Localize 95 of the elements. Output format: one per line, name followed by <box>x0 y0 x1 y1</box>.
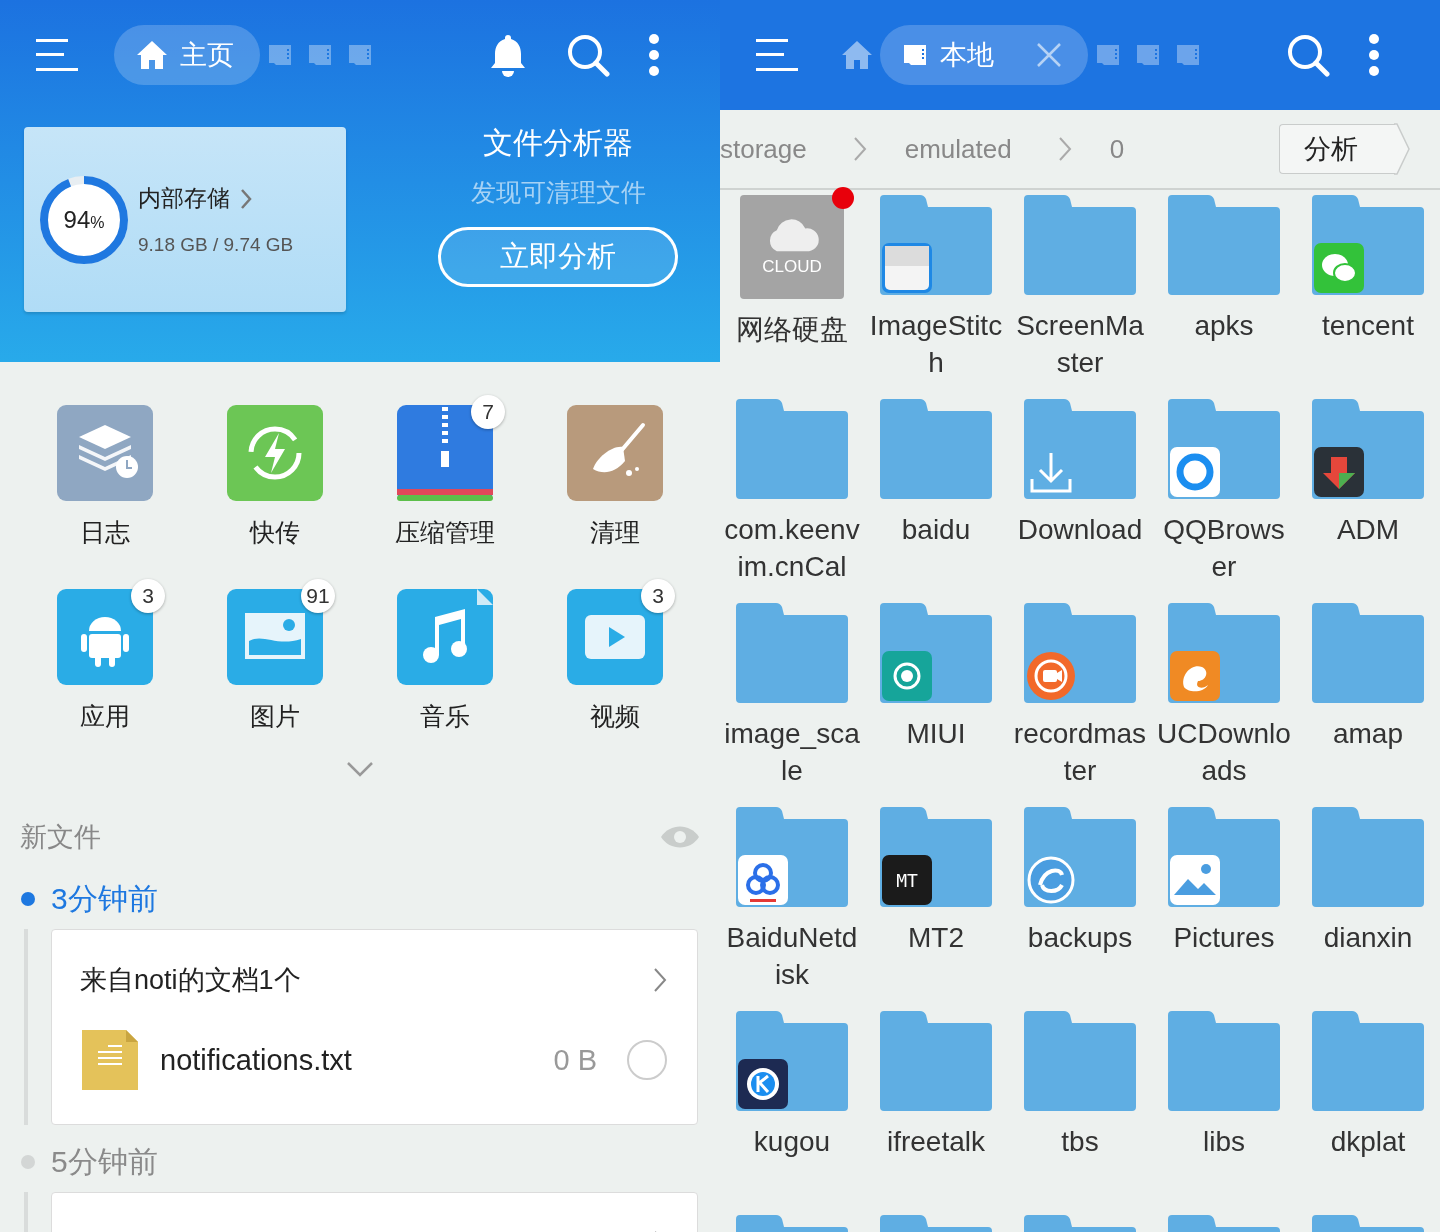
folder-name[interactable]: apks <box>1156 307 1292 344</box>
image-icon <box>1170 855 1220 905</box>
camera-icon <box>1026 651 1076 701</box>
folder-name[interactable]: amap <box>1300 715 1436 752</box>
lightning-sync-icon <box>227 405 323 501</box>
tool-label[interactable]: 应用 <box>80 699 130 733</box>
count-badge: 7 <box>471 395 505 429</box>
storage-title: 内部存储 <box>138 184 230 213</box>
stacked-layers-icon <box>57 405 153 501</box>
ring-icon <box>1170 447 1220 497</box>
folder-name[interactable]: MT2 <box>868 919 1004 956</box>
folder-name[interactable]: libs <box>1156 1123 1292 1160</box>
folder-name[interactable]: dkplat <box>1300 1123 1436 1160</box>
count-badge: 3 <box>641 579 675 613</box>
analyzer-subtitle: 发现可清理文件 <box>470 177 646 208</box>
tool-label[interactable]: 日志 <box>80 515 130 549</box>
zipper-icon <box>397 405 493 501</box>
folder-name[interactable]: Pictures <box>1156 919 1292 956</box>
tool-label[interactable]: 清理 <box>590 515 640 549</box>
time-label: 5分钟前 <box>51 1143 158 1180</box>
sd-card-icon <box>307 44 333 66</box>
storage-usage: 9.18 GB / 9.74 GB <box>138 234 294 256</box>
app-icon <box>738 1059 788 1109</box>
sd-card-icon <box>1175 44 1201 66</box>
tool-label[interactable]: 视频 <box>590 699 640 733</box>
folder-name[interactable]: dianxin <box>1300 919 1436 956</box>
sd-card-icon <box>267 44 293 66</box>
storage-card[interactable]: 94% 内部存储 9.18 GB / 9.74 GB <box>24 127 346 312</box>
image-frame-icon <box>882 243 932 293</box>
folder-name[interactable]: MIUI <box>868 715 1004 752</box>
tool-label[interactable]: 图片 <box>250 699 300 733</box>
analyzer-title: 文件分析器 <box>483 125 633 161</box>
count-badge: 3 <box>131 579 165 613</box>
chevron-right-icon <box>240 187 252 210</box>
icon-label: CLOUD <box>762 257 822 277</box>
close-icon[interactable] <box>1036 42 1062 68</box>
count-badge: 91 <box>301 579 335 613</box>
tool-label[interactable]: 音乐 <box>420 699 470 733</box>
folder-name[interactable]: ScreenMaster <box>1012 307 1148 381</box>
folder-name[interactable]: ADM <box>1300 511 1436 548</box>
house-icon <box>136 40 168 70</box>
select-radio[interactable] <box>627 1040 667 1080</box>
arrow-tip-icon <box>1394 123 1410 175</box>
folder-name[interactable]: Download <box>1012 511 1148 548</box>
folder-name[interactable]: com.keenvim.cnCal <box>724 511 860 585</box>
cloud-icon <box>738 855 788 905</box>
folder-name[interactable]: kugou <box>724 1123 860 1160</box>
folder-name[interactable]: image_scale <box>724 715 860 789</box>
folder-name[interactable]: ImageStitch <box>868 307 1004 381</box>
file-size: 0 B <box>553 1043 597 1077</box>
file-card[interactable]: 来自noti的文档1个 notifications.txt 0 B <box>51 929 698 1125</box>
bell-icon[interactable] <box>488 33 528 77</box>
chevron-down-icon[interactable] <box>346 761 374 777</box>
house-icon <box>841 40 873 70</box>
folder-name[interactable]: recordmaster <box>1012 715 1148 789</box>
swirl-icon <box>1026 855 1076 905</box>
folder-name[interactable]: QQBrowser <box>1156 511 1292 585</box>
search-icon[interactable] <box>1286 33 1330 77</box>
menu-icon[interactable] <box>36 38 78 72</box>
chevron-right-icon <box>1057 136 1072 162</box>
folder-name[interactable]: 网络硬盘 <box>724 311 860 348</box>
tool-label[interactable]: 压缩管理 <box>395 515 495 549</box>
music-note-icon <box>397 589 493 685</box>
eye-icon[interactable] <box>660 825 700 849</box>
squirrel-icon <box>1170 651 1220 701</box>
folder-name[interactable]: tencent <box>1300 307 1436 344</box>
folder-name[interactable]: ifreetalk <box>868 1123 1004 1160</box>
usage-percent: 94% <box>63 205 105 234</box>
time-label: 3分钟前 <box>51 880 158 917</box>
chat-bubbles-icon <box>1314 243 1364 293</box>
card-title: 来自noti的文档1个 <box>80 964 301 997</box>
text-file-icon <box>82 1030 138 1090</box>
sd-card-icon <box>902 44 928 66</box>
ring-icon <box>882 651 932 701</box>
folder-name[interactable]: BaiduNetdisk <box>724 919 860 993</box>
android-robot-icon <box>57 589 153 685</box>
section-title: 新文件 <box>20 821 101 854</box>
folder-name[interactable]: tbs <box>1012 1123 1148 1160</box>
more-icon[interactable] <box>648 33 660 77</box>
sd-card-icon <box>347 44 373 66</box>
menu-icon[interactable] <box>756 38 798 72</box>
folder-name[interactable]: backups <box>1012 919 1148 956</box>
file-name: notifications.txt <box>160 1043 353 1077</box>
folder-name[interactable]: baidu <box>868 511 1004 548</box>
search-icon[interactable] <box>566 33 610 77</box>
tool-label[interactable]: 快传 <box>250 515 300 549</box>
sd-card-icon <box>1135 44 1161 66</box>
video-icon <box>567 589 663 685</box>
more-icon[interactable] <box>1368 33 1380 77</box>
sd-card-icon <box>1095 44 1121 66</box>
broom-icon <box>567 405 663 501</box>
app-icon: MT <box>882 855 932 905</box>
chevron-right-icon[interactable] <box>653 967 667 993</box>
chevron-right-icon <box>852 136 867 162</box>
folder-name[interactable]: UCDownloads <box>1156 715 1292 789</box>
